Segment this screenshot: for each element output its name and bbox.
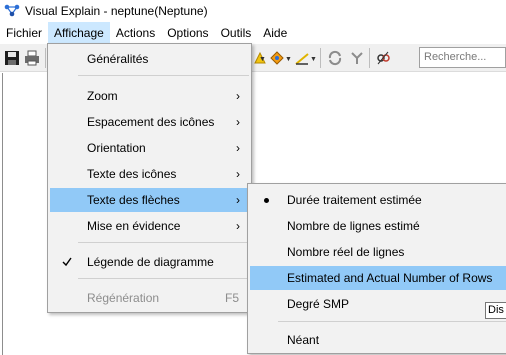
chevron-right-icon: › <box>236 219 240 233</box>
menu-bar: Fichier Affichage Actions Options Outils… <box>0 22 506 44</box>
menu-aide[interactable]: Aide <box>257 22 293 44</box>
chevron-down-icon[interactable]: ▼ <box>259 56 266 63</box>
menu-item-generalites[interactable]: Généralités <box>50 47 249 71</box>
refresh-icon[interactable] <box>326 49 344 67</box>
menu-affichage[interactable]: Affichage <box>48 22 110 44</box>
menu-separator <box>278 321 506 322</box>
menu-item-regeneration[interactable]: Régénération F5 <box>50 286 249 310</box>
menu-item-orientation[interactable]: Orientation › <box>50 136 249 160</box>
visual-explain-app-icon <box>3 2 21 20</box>
menu-item-zoom[interactable]: Zoom › <box>50 84 249 108</box>
affichage-menu: Généralités Zoom › Espacement des icônes… <box>47 43 252 313</box>
checkmark-icon <box>62 250 72 282</box>
save-icon[interactable] <box>3 49 21 67</box>
chevron-right-icon: › <box>236 115 240 129</box>
window-title: Visual Explain - neptune(Neptune) <box>25 4 208 18</box>
submenu-item-lignes-estime[interactable]: Nombre de lignes estimé <box>250 214 506 238</box>
texte-fleches-submenu: Durée traitement estimée Nombre de ligne… <box>247 183 506 354</box>
menu-separator <box>78 75 249 76</box>
search-input[interactable]: Recherche... <box>419 47 506 68</box>
submenu-item-lignes-reel[interactable]: Nombre réel de lignes <box>250 240 506 264</box>
tree-icon[interactable] <box>348 49 366 67</box>
menu-outils[interactable]: Outils <box>215 22 258 44</box>
line-style-icon[interactable] <box>293 49 311 67</box>
toolbar-separator <box>369 48 370 68</box>
menu-separator <box>78 278 249 279</box>
node-style-icon[interactable] <box>268 49 286 67</box>
toolbar-separator <box>45 48 46 68</box>
submenu-item-degre-smp[interactable]: Degré SMP <box>250 292 506 316</box>
menu-item-mise-en-evidence[interactable]: Mise en évidence › <box>50 214 249 238</box>
menu-fichier[interactable]: Fichier <box>0 22 48 44</box>
chevron-down-icon[interactable]: ▼ <box>285 56 292 63</box>
advisor-icon[interactable] <box>374 49 392 67</box>
menu-item-texte-icones[interactable]: Texte des icônes › <box>50 162 249 186</box>
submenu-item-duree-traitement[interactable]: Durée traitement estimée <box>250 188 506 212</box>
menu-item-texte-fleches[interactable]: Texte des flèches › <box>50 188 249 212</box>
chevron-down-icon[interactable]: ▼ <box>310 56 317 63</box>
submenu-item-estimated-actual[interactable]: Estimated and Actual Number of Rows <box>250 266 506 290</box>
tooltip: Dis <box>485 302 506 319</box>
chevron-right-icon: › <box>236 89 240 103</box>
menu-separator <box>78 242 249 243</box>
chevron-right-icon: › <box>236 167 240 181</box>
title-bar: Visual Explain - neptune(Neptune) <box>0 0 506 22</box>
chevron-right-icon: › <box>236 141 240 155</box>
submenu-item-neant[interactable]: Néant <box>250 328 506 352</box>
toolbar-separator <box>320 48 321 68</box>
menu-actions[interactable]: Actions <box>110 22 161 44</box>
chevron-right-icon: › <box>236 193 240 207</box>
radio-bullet-icon <box>264 198 269 203</box>
menu-options[interactable]: Options <box>161 22 214 44</box>
menu-item-legende-diagramme[interactable]: Légende de diagramme <box>50 250 249 274</box>
menu-item-espacement[interactable]: Espacement des icônes › <box>50 110 249 134</box>
print-icon[interactable] <box>23 49 41 67</box>
